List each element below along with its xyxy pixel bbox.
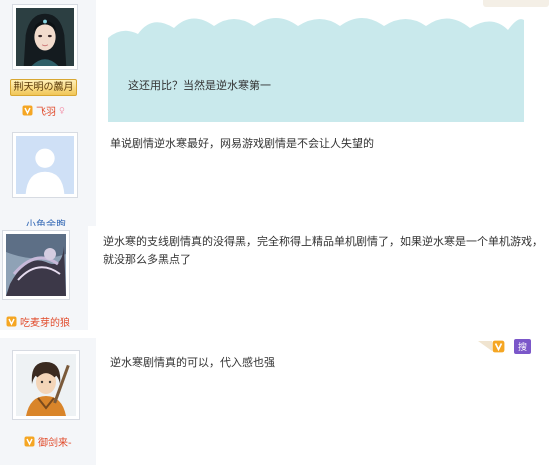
vip-icon [24, 436, 35, 447]
female-gender-icon: ♀ [59, 106, 65, 115]
avatar[interactable] [12, 132, 78, 198]
post-content: 逆水寒的支线剧情真的没得黑，完全称得上精品单机剧情了，如果逆水寒是一个单机游戏，… [103, 233, 543, 269]
avatar[interactable] [2, 230, 70, 300]
vip-icon [492, 340, 505, 353]
search-badge-label: 搜 [518, 342, 528, 353]
post-2: 小鱼余煦 单说剧情逆水寒最好，网易游戏剧情是不会让人失望的 [0, 122, 549, 231]
post-content: 逆水寒剧情真的可以，代入感也强 [110, 356, 275, 369]
search-badge[interactable]: 搜 [514, 338, 532, 354]
post-4: 御剑来- 逆水寒剧情真的可以，代入感也强 搜 [0, 338, 549, 465]
female-character-avatar-icon [16, 8, 74, 66]
title-badge[interactable]: 荆天明の薦月 [10, 79, 77, 96]
chat-bubble: 这还用比？当然是逆水寒第一 [108, 0, 524, 122]
user-info: 御剑来- [24, 434, 72, 449]
avatar[interactable] [12, 350, 80, 420]
user-info: 飞羽 ♀ [22, 103, 65, 118]
post-3: 吃麦芽的狼 逆水寒的支线剧情真的没得黑，完全称得上精品单机剧情了，如果逆水寒是一… [0, 226, 549, 330]
corner-badge-group[interactable]: 搜 [478, 338, 549, 354]
username[interactable]: 吃麦芽的狼 [20, 314, 70, 329]
male-swordsman-avatar-icon [16, 354, 76, 416]
post-content: 这还用比？当然是逆水寒第一 [128, 79, 271, 92]
avatar[interactable] [12, 4, 78, 70]
user-info: 吃麦芽的狼 [6, 314, 70, 329]
post-content: 单说剧情逆水寒最好，网易游戏剧情是不会让人失望的 [110, 137, 374, 150]
username[interactable]: 飞羽 [36, 103, 56, 118]
post-content-line: 逆水寒的支线剧情真的没得黑，完全称得上精品单机剧情了，如果逆水寒是一个单机游戏， [103, 235, 543, 248]
scenery-avatar-icon [6, 234, 66, 296]
vip-icon [22, 105, 33, 116]
post-content-line: 就没那么多黑点了 [103, 253, 191, 266]
vip-icon [6, 316, 17, 327]
tail-shape [478, 341, 492, 351]
cloud-bubble-background [108, 18, 524, 122]
post-1: 荆天明の薦月 飞羽 ♀ 这还用比？当然是逆水寒第一 [0, 0, 549, 122]
username[interactable]: 御剑来- [38, 434, 72, 449]
top-right-badge[interactable] [483, 0, 549, 7]
default-avatar-icon [16, 136, 74, 194]
